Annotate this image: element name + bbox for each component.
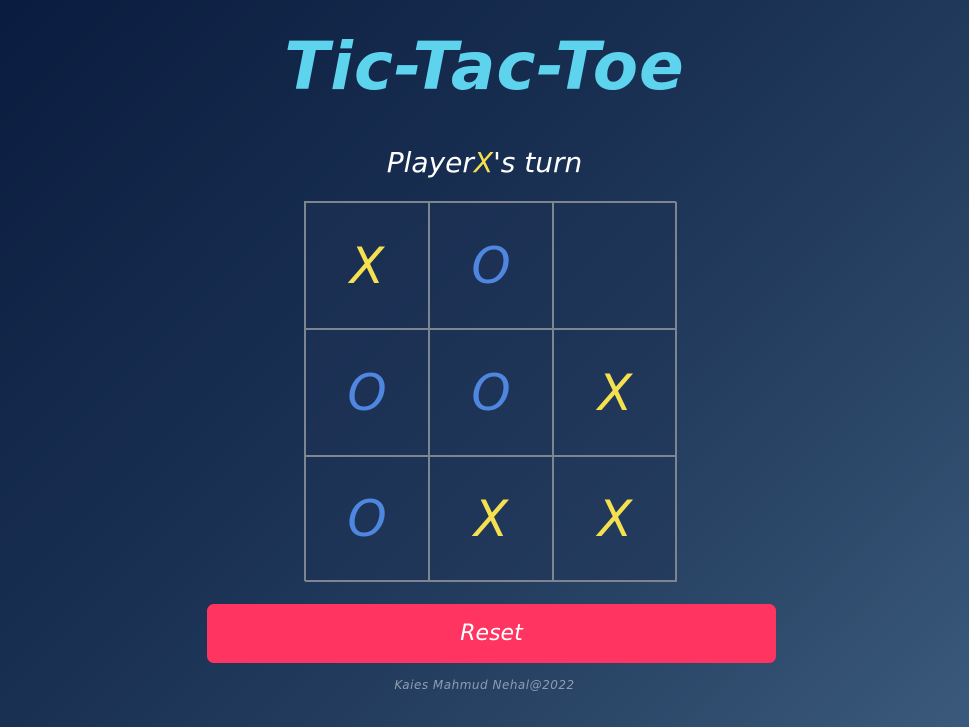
turn-prefix: Player [386,146,474,179]
turn-indicator: PlayerX's turn [0,142,969,184]
game-board: X O O O X O X X [304,201,677,582]
board-cell[interactable]: X [553,329,677,456]
board-cell[interactable]: X [305,202,429,329]
turn-suffix: 's turn [493,146,583,179]
current-player-mark: X [473,146,494,179]
reset-button[interactable]: Reset [207,604,776,663]
board-cell[interactable]: O [429,329,553,456]
board-cell[interactable]: X [553,456,677,582]
board-cell[interactable]: O [429,202,553,329]
board-cell[interactable]: X [429,456,553,582]
footer-credit: Kaies Mahmud Nehal@2022 [394,678,575,692]
board-cell[interactable]: O [305,456,429,582]
game-title: Tic-Tac-Toe [284,28,685,105]
board-cell[interactable]: O [305,329,429,456]
board-cell[interactable] [553,202,677,329]
